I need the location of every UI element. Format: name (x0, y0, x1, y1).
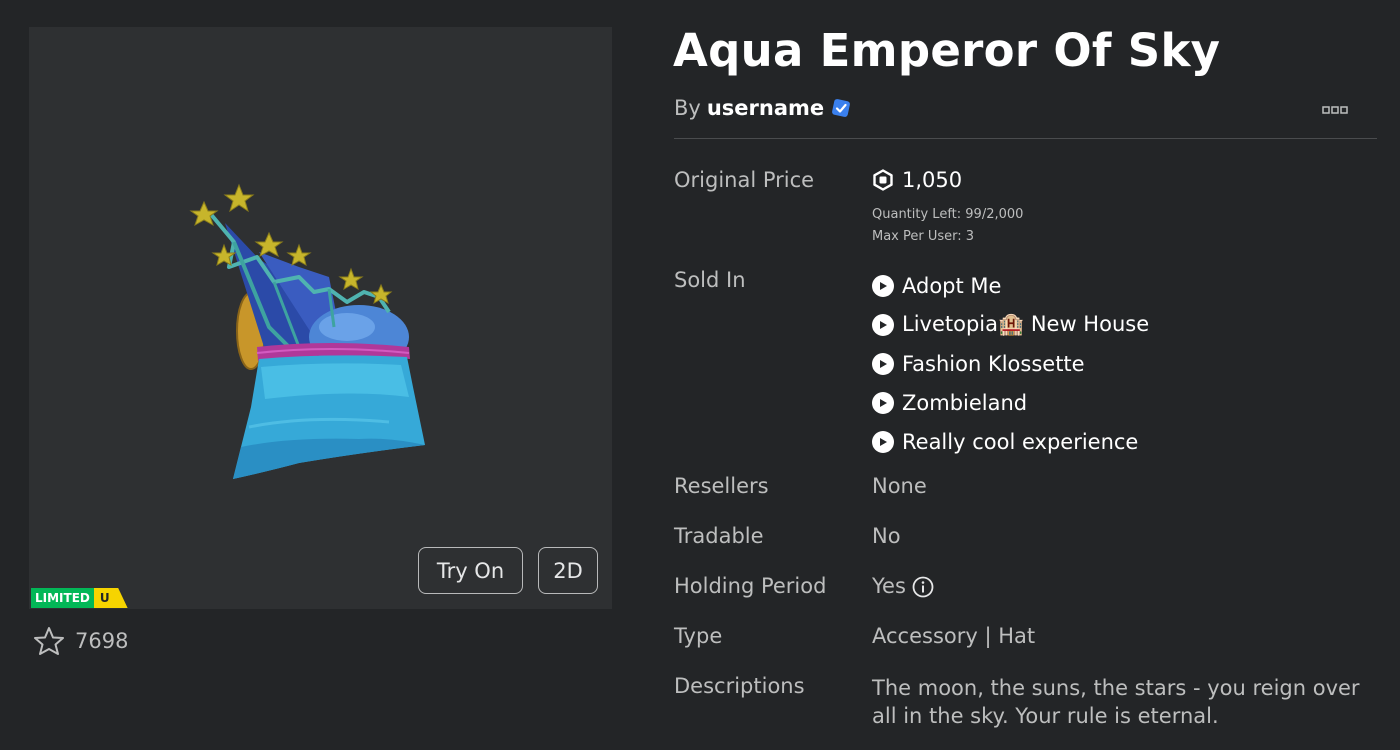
limited-badge-label: LIMITED (31, 588, 94, 608)
by-prefix: By (674, 96, 701, 120)
play-icon (872, 313, 894, 336)
sold-in-list: Adopt Me Livetopia🏨 New House Fashion Kl… (872, 266, 1149, 461)
holding-period-row: Yes (872, 574, 934, 598)
experience-link[interactable]: Adopt Me (872, 266, 1149, 305)
experience-link[interactable]: Fashion Klossette (872, 344, 1149, 383)
play-icon (872, 430, 894, 453)
experience-name: Zombieland (902, 390, 1028, 415)
type-value: Accessory | Hat (872, 624, 1036, 648)
experience-link[interactable]: Zombieland (872, 383, 1149, 422)
favorites-count: 7698 (75, 629, 129, 653)
item-thumbnail-image (189, 183, 425, 479)
item-description: The moon, the suns, the stars - you reig… (872, 676, 1360, 728)
unique-badge-label: U (93, 588, 128, 608)
creator-byline: By username (674, 96, 852, 120)
robux-icon (873, 169, 893, 191)
item-details-page: Try On 2D LIMITED U 7698 Aqua Emperor Of… (0, 0, 1400, 750)
tradable-label: Tradable (674, 524, 764, 548)
header-divider (674, 138, 1377, 139)
quantity-left-text: Quantity Left: 99/2,000 (872, 207, 1024, 222)
resellers-value: None (872, 474, 927, 498)
holding-period-value: Yes (872, 574, 906, 598)
star-outline-icon (34, 627, 64, 655)
type-label: Type (674, 624, 723, 648)
experience-link[interactable]: Livetopia🏨 New House (872, 305, 1149, 344)
resellers-label: Resellers (674, 474, 769, 498)
play-icon (872, 274, 894, 297)
price-value: 1,050 (902, 168, 963, 192)
experience-name: Livetopia🏨 New House (902, 312, 1150, 336)
experience-name: Adopt Me (902, 273, 1002, 298)
item-thumbnail-panel: Try On 2D (29, 27, 612, 609)
view-2d-button[interactable]: 2D (538, 547, 598, 594)
favorite-button[interactable]: 7698 (33, 626, 128, 656)
experience-link[interactable]: Really cool experience (872, 422, 1149, 461)
play-icon (872, 352, 894, 375)
sold-in-label: Sold In (674, 268, 746, 292)
max-per-user-text: Max Per User: 3 (872, 229, 975, 244)
verified-badge-icon (832, 99, 851, 117)
more-options-button[interactable] (1320, 98, 1350, 122)
holding-period-label: Holding Period (674, 574, 827, 598)
play-icon (872, 391, 894, 414)
price-display: 1,050 (872, 168, 962, 192)
try-on-button[interactable]: Try On (418, 547, 523, 594)
tradable-value: No (872, 524, 901, 548)
info-icon[interactable] (912, 576, 934, 598)
original-price-label: Original Price (674, 168, 815, 192)
limited-unique-badge: LIMITED U (31, 588, 128, 608)
experience-name: Fashion Klossette (902, 351, 1085, 376)
descriptions-label: Descriptions (674, 674, 805, 698)
creator-link[interactable]: username (707, 96, 824, 120)
item-title: Aqua Emperor Of Sky (673, 24, 1221, 77)
ellipsis-icon (1322, 106, 1348, 114)
experience-name: Really cool experience (902, 429, 1139, 454)
